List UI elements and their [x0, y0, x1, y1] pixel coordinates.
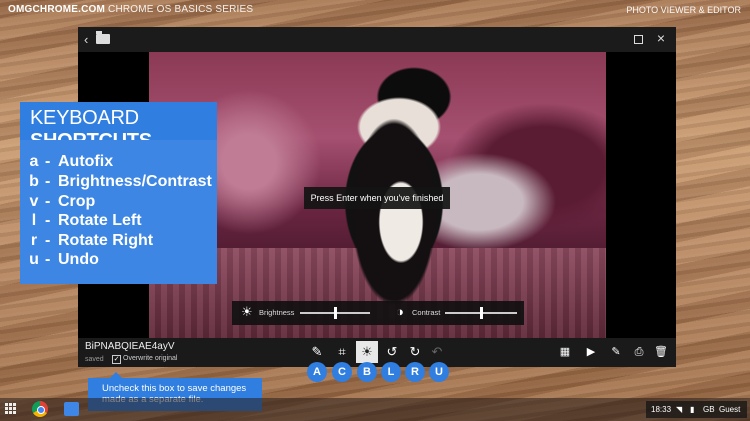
rotate-right-button[interactable]: ↻: [404, 341, 426, 363]
shortcut-dash: -: [45, 232, 51, 249]
shortcut-action: Brightness/Contrast: [58, 173, 212, 190]
brand-name: OMGCHROME.COM: [8, 4, 106, 15]
chrome-icon[interactable]: [32, 401, 48, 417]
brightness-icon: ☀: [361, 344, 373, 359]
overwrite-label[interactable]: Overwrite original: [123, 355, 177, 362]
maximize-icon[interactable]: [634, 35, 643, 44]
rotate-right-icon: ↻: [409, 344, 421, 359]
letter-badge: R: [405, 362, 425, 382]
undo-button[interactable]: ↶: [426, 341, 448, 363]
slideshow-button[interactable]: ▶: [583, 344, 599, 360]
shortcut-action: Rotate Left: [58, 212, 142, 229]
letter-badge: A: [307, 362, 327, 382]
clock: 18:33: [651, 405, 672, 414]
overwrite-checkbox[interactable]: ✓: [112, 355, 121, 364]
brightness-label: Brightness: [259, 308, 295, 317]
letter-badge: U: [429, 362, 449, 382]
shortcuts-title-light: KEYBOARD: [30, 107, 139, 129]
shortcut-key: r: [30, 232, 38, 249]
shortcut-action: Undo: [58, 251, 99, 268]
delete-icon: 🗑: [654, 346, 668, 358]
shortcut-action: Rotate Right: [58, 232, 154, 249]
save-status: saved: [85, 356, 104, 363]
print-button[interactable]: ⎙: [631, 344, 647, 360]
mosaic-button[interactable]: ▦: [557, 344, 573, 360]
shortcut-key: b: [29, 173, 39, 190]
edit-button[interactable]: ✎: [608, 344, 624, 360]
shortcut-key: u: [29, 251, 39, 268]
letter-badge: B: [357, 362, 377, 382]
file-name[interactable]: BiPNABQIEAE4ayV: [85, 341, 174, 352]
edit-icon: ✎: [611, 346, 621, 358]
rotate-left-icon: ↺: [386, 344, 398, 359]
finish-tooltip: Press Enter when you've finished: [304, 187, 450, 209]
shortcut-dash: -: [45, 193, 51, 210]
folder-icon[interactable]: [96, 31, 110, 44]
wifi-icon: ◥: [676, 405, 683, 414]
shortcuts-list: a - Autofix b - Brightness/Contrast v - Crop l…: [20, 140, 217, 284]
letter-badge: L: [381, 362, 401, 382]
contrast-icon: ◑: [396, 304, 404, 319]
editor-toolbar: BiPNABQIEAE4ayV saved ✓ Overwrite origin…: [78, 338, 676, 367]
series-name: CHROME OS BASICS SERIES: [108, 4, 254, 15]
contrast-label: Contrast: [412, 308, 441, 317]
close-icon[interactable]: ×: [657, 30, 665, 46]
brightness-slider-thumb[interactable]: [334, 307, 337, 319]
shortcut-dash: -: [45, 173, 51, 190]
shortcut-key: v: [29, 193, 39, 210]
rotate-left-button[interactable]: ↺: [381, 341, 403, 363]
print-icon: ⎙: [634, 346, 644, 358]
status-tray[interactable]: 18:33 ◥ ▮ GB Guest: [646, 401, 747, 418]
brightness-sun-icon: ☀: [241, 304, 253, 319]
delete-button[interactable]: 🗑: [653, 344, 669, 360]
shortcut-key: l: [31, 212, 37, 229]
files-app-icon[interactable]: [64, 402, 79, 416]
brightness-button[interactable]: ☀: [356, 341, 378, 363]
undo-icon: ↶: [431, 344, 443, 359]
brightness-contrast-panel: ☀ Brightness ◑ Contrast: [232, 301, 524, 325]
shortcut-action: Crop: [58, 193, 96, 210]
title-bar: ‹ ×: [78, 27, 676, 52]
shortcut-dash: -: [45, 251, 51, 268]
article-title: PHOTO VIEWER & EDITOR: [626, 5, 741, 15]
series-banner: OMGCHROME.COM CHROME OS BASICS SERIES: [8, 4, 253, 15]
system-shelf: 18:33 ◥ ▮ GB Guest: [0, 398, 750, 421]
back-arrow-icon[interactable]: ‹: [84, 32, 88, 47]
user-name: Guest: [719, 405, 741, 414]
shortcut-key: a: [29, 153, 39, 170]
letter-badge: C: [332, 362, 352, 382]
crop-icon: ⌗: [338, 344, 346, 359]
shortcut-dash: -: [45, 212, 51, 229]
shortcut-action: Autofix: [58, 153, 114, 170]
shortcut-dash: -: [45, 153, 51, 170]
autofix-icon: ✎: [311, 344, 323, 359]
slideshow-icon: ▶: [586, 346, 596, 358]
keyboard-shortcuts-panel: KEYBOARD SHORTCUTS a-Autofix b-Brightnes…: [20, 102, 217, 284]
battery-icon: ▮: [690, 405, 695, 414]
keyboard-layout: GB: [703, 405, 715, 414]
app-launcher-icon[interactable]: [5, 403, 17, 415]
contrast-slider-thumb[interactable]: [480, 307, 483, 319]
crop-button[interactable]: ⌗: [331, 341, 353, 363]
autofix-button[interactable]: ✎: [306, 341, 328, 363]
mosaic-icon: ▦: [559, 346, 571, 358]
